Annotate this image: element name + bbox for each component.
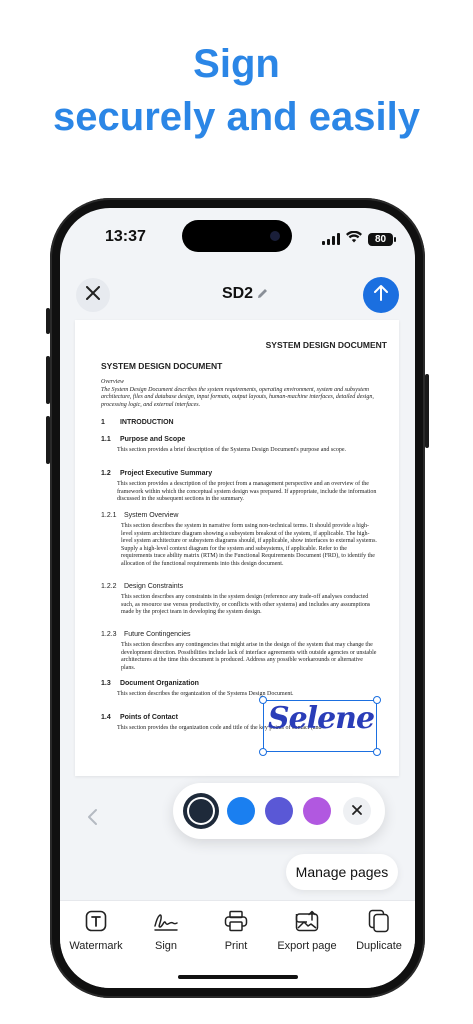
phone-power-button — [425, 374, 429, 448]
bottom-toolbar: Watermark Sign Print Export page Duplica… — [60, 900, 415, 988]
section-heading: 1.2.2 Design Constraints — [101, 583, 184, 590]
upload-button[interactable] — [363, 277, 399, 313]
signature-box[interactable]: Selene — [259, 696, 381, 756]
document-main-title: SYSTEM DESIGN DOCUMENT — [101, 361, 223, 371]
toolbar-label: Duplicate — [356, 940, 402, 952]
color-swatch[interactable] — [303, 797, 331, 825]
resize-handle[interactable] — [373, 696, 381, 704]
export-image-icon — [295, 910, 319, 937]
section-heading: 1.2 Project Executive Summary — [101, 470, 213, 477]
overview-text: The System Design Document describes the… — [101, 386, 374, 408]
toolbar-label: Print — [224, 940, 248, 952]
phone-frame: 13:37 80 SD2 SYSTEM DESIGN DOCUMENT SYST… — [46, 198, 429, 998]
promo-line-1: Sign — [193, 42, 280, 86]
section-heading: 1 INTRODUCTION — [101, 419, 174, 426]
section-body: This section provides a description of t… — [117, 481, 377, 502]
section-body: This section describes the system in nar… — [121, 523, 377, 567]
color-swatch-selected[interactable] — [187, 797, 215, 825]
duplicate-icon — [368, 909, 390, 938]
document-page[interactable]: SYSTEM DESIGN DOCUMENT SYSTEM DESIGN DOC… — [75, 320, 399, 776]
top-bar: SD2 — [60, 268, 415, 320]
resize-handle[interactable] — [259, 748, 267, 756]
chevron-left-icon[interactable] — [86, 808, 98, 831]
section-heading: 1.3 Document Organization — [101, 680, 199, 687]
section-body: This section describes the organization … — [117, 691, 294, 697]
camera-icon — [270, 231, 280, 241]
section-body: This section describes any constraints i… — [121, 594, 371, 615]
resize-handle[interactable] — [373, 748, 381, 756]
toolbar-export-page[interactable]: Export page — [271, 909, 343, 952]
toolbar-label: Sign — [154, 940, 178, 952]
toolbar-label: Watermark — [69, 940, 123, 952]
section-heading: 1.4 Points of Contact — [101, 714, 178, 721]
toolbar-sign[interactable]: Sign — [130, 909, 202, 952]
dynamic-island — [182, 220, 292, 252]
signature-icon — [153, 910, 179, 937]
pencil-icon[interactable] — [256, 287, 269, 305]
color-swatch[interactable] — [227, 797, 255, 825]
section-heading: 1.1 Purpose and Scope — [101, 436, 186, 443]
status-indicators: 80 — [322, 230, 396, 248]
close-color-picker-button[interactable] — [343, 797, 371, 825]
phone-volume-down — [46, 416, 50, 464]
toolbar-duplicate[interactable]: Duplicate — [343, 909, 415, 952]
watermark-icon — [85, 910, 107, 937]
printer-icon — [224, 910, 248, 937]
section-heading: 1.2.1 System Overview — [101, 512, 179, 519]
promo-line-2: securely and easily — [53, 95, 420, 139]
screen: 13:37 80 SD2 SYSTEM DESIGN DOCUMENT SYST… — [60, 208, 415, 988]
toolbar-label: Export page — [277, 940, 337, 952]
close-icon — [352, 802, 362, 820]
overview-block: Overview The System Design Document desc… — [101, 379, 376, 409]
running-header: SYSTEM DESIGN DOCUMENT — [265, 340, 387, 350]
status-time: 13:37 — [105, 228, 146, 245]
signature-color-picker — [173, 783, 385, 839]
document-title[interactable]: SD2 — [60, 285, 415, 303]
manage-pages-button[interactable]: Manage pages — [286, 854, 398, 890]
color-swatch[interactable] — [265, 797, 293, 825]
toolbar-print[interactable]: Print — [200, 909, 272, 952]
overview-label: Overview — [101, 379, 124, 385]
cellular-signal-icon — [322, 233, 340, 245]
status-bar: 13:37 80 — [60, 208, 415, 268]
section-heading: 1.2.3 Future Contingencies — [101, 631, 191, 638]
wifi-icon — [346, 230, 362, 248]
arrow-up-icon — [373, 284, 389, 307]
phone-action-button — [46, 308, 50, 334]
section-body: This section describes any contingencies… — [121, 642, 377, 671]
phone-volume-up — [46, 356, 50, 404]
section-body: This section provides a brief descriptio… — [117, 447, 347, 453]
toolbar-watermark[interactable]: Watermark — [60, 909, 132, 952]
home-indicator[interactable] — [178, 975, 298, 979]
resize-handle[interactable] — [259, 696, 267, 704]
battery-icon: 80 — [368, 232, 396, 246]
signature-text: Selene — [267, 701, 375, 736]
